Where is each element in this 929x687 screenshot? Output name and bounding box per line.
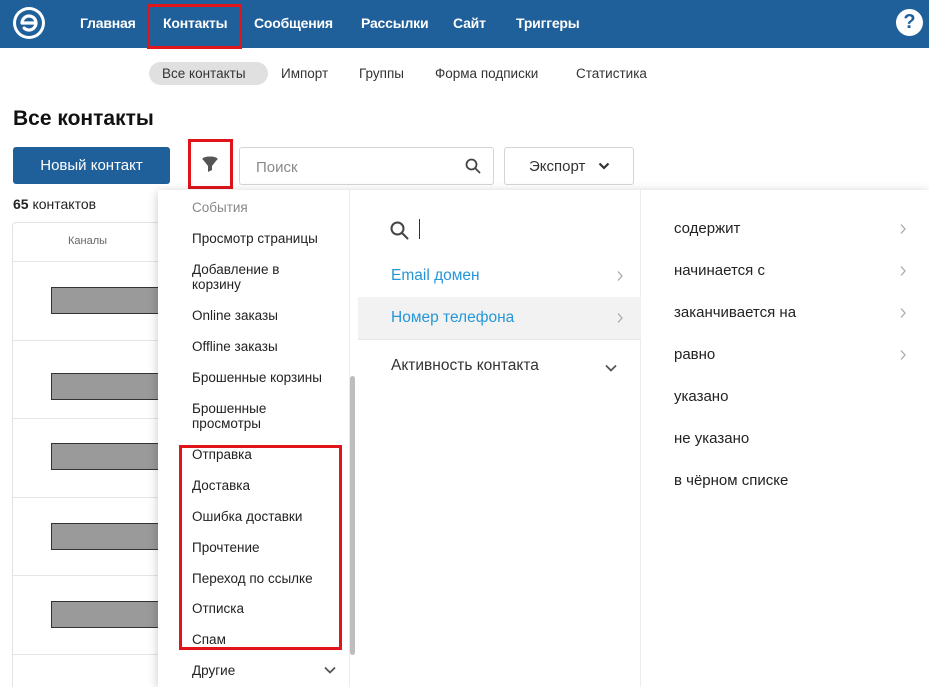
field-phone-number[interactable]: Номер телефона <box>391 309 514 327</box>
subnav-groups[interactable]: Группы <box>359 66 404 81</box>
help-icon[interactable]: ? <box>896 9 923 36</box>
chevron-down-icon[interactable] <box>604 363 618 373</box>
chevron-right-icon <box>900 308 906 318</box>
table-row-divider <box>13 340 173 341</box>
subnav-all-contacts[interactable]: Все контакты <box>162 66 246 81</box>
chevron-right-icon <box>617 271 623 281</box>
table-row-divider <box>13 418 173 419</box>
fields-column <box>358 190 641 687</box>
chevron-right-icon <box>900 224 906 234</box>
redacted-cell <box>51 601 160 628</box>
condition-starts-with[interactable]: начинается с <box>674 262 765 279</box>
logo-icon <box>16 10 42 36</box>
events-header: События <box>192 200 248 215</box>
condition-specified[interactable]: указано <box>674 388 728 405</box>
condition-contains[interactable]: содержит <box>674 220 740 237</box>
event-item[interactable]: Online заказы <box>192 308 278 323</box>
chevron-right-icon <box>900 266 906 276</box>
event-item[interactable]: Добавление в корзину <box>192 262 312 292</box>
condition-equals[interactable]: равно <box>674 346 715 363</box>
event-item[interactable]: Брошенные просмотры <box>192 401 292 431</box>
app-logo[interactable] <box>13 7 45 39</box>
nav-home[interactable]: Главная <box>80 15 136 31</box>
contacts-count: 65 контактов <box>13 196 97 212</box>
search-icon[interactable] <box>465 158 481 174</box>
search-icon <box>390 221 409 240</box>
event-item[interactable]: Offline заказы <box>192 339 278 354</box>
chevron-right-icon <box>900 350 906 360</box>
filter-icon[interactable] <box>200 155 220 175</box>
redacted-cell <box>51 523 160 550</box>
nav-triggers[interactable]: Триггеры <box>516 15 580 31</box>
table-row-divider <box>13 575 173 576</box>
redacted-cell <box>51 373 160 400</box>
subnav-subscribe-form[interactable]: Форма подписки <box>435 66 538 81</box>
column-header-channels: Каналы <box>68 235 108 247</box>
chevron-down-icon <box>598 162 610 170</box>
export-button[interactable]: Экспорт <box>504 147 634 185</box>
condition-ends-with[interactable]: заканчивается на <box>674 304 796 321</box>
nav-mailings[interactable]: Рассылки <box>361 15 429 31</box>
page-title: Все контакты <box>13 107 154 130</box>
field-contact-activity[interactable]: Активность контакта <box>391 357 539 375</box>
table-row-divider <box>13 654 173 655</box>
nav-site[interactable]: Сайт <box>453 15 486 31</box>
events-highlight <box>179 445 342 650</box>
condition-not-specified[interactable]: не указано <box>674 430 749 447</box>
chevron-down-icon[interactable] <box>323 665 337 675</box>
event-item[interactable]: Просмотр страницы <box>192 231 318 246</box>
nav-messages[interactable]: Сообщения <box>254 15 333 31</box>
nav-contacts-highlight <box>147 4 242 49</box>
redacted-cell <box>51 443 160 470</box>
export-label: Экспорт <box>529 158 586 175</box>
event-item[interactable]: Брошенные корзины <box>192 370 322 385</box>
events-scrollbar[interactable] <box>350 376 355 655</box>
condition-blacklisted[interactable]: в чёрном списке <box>674 472 788 489</box>
field-email-domain[interactable]: Email домен <box>391 267 480 285</box>
new-contact-button[interactable]: Новый контакт <box>13 147 170 184</box>
search-field[interactable]: Поиск <box>239 147 494 185</box>
redacted-cell <box>51 287 160 314</box>
subnav-import[interactable]: Импорт <box>281 66 328 81</box>
chevron-right-icon <box>617 313 623 323</box>
table-row-divider <box>13 497 173 498</box>
subnav-statistics[interactable]: Статистика <box>576 66 647 81</box>
search-placeholder: Поиск <box>256 159 298 176</box>
fields-divider <box>358 339 641 340</box>
event-item-others[interactable]: Другие <box>192 663 235 678</box>
fields-search-input[interactable] <box>419 219 420 239</box>
table-row-divider <box>13 261 173 262</box>
